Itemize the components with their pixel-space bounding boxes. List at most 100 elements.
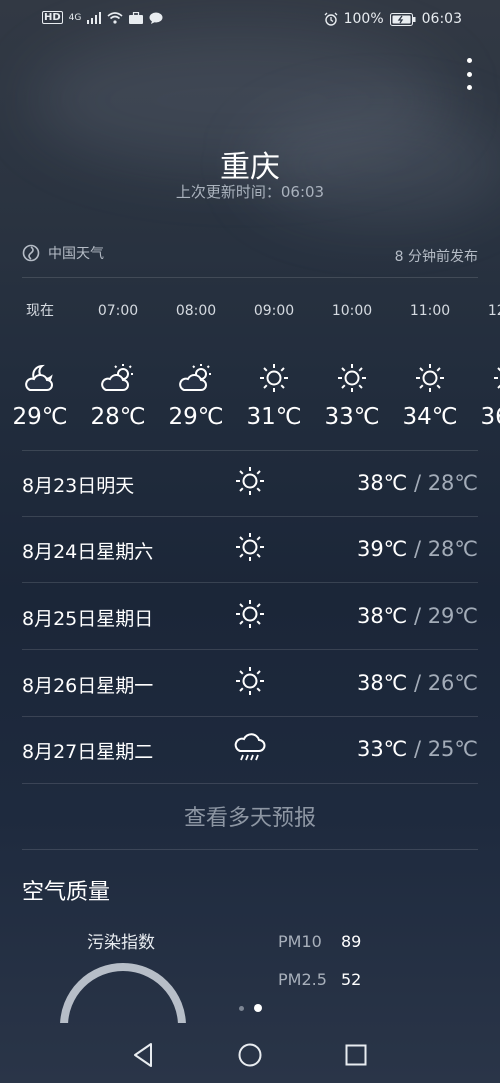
sun-icon	[338, 364, 366, 392]
status-time: 06:03	[421, 11, 462, 27]
battery-percent: 100%	[343, 11, 384, 27]
sun-icon	[236, 467, 264, 495]
day-temps: 38℃ / 26℃	[357, 671, 478, 695]
day-temps: 39℃ / 28℃	[357, 537, 478, 561]
signal-icon	[87, 11, 102, 24]
day-label: 8月25日星期日	[22, 608, 154, 630]
day-label: 8月26日星期一	[22, 675, 154, 697]
hour-temp: 28℃	[90, 404, 146, 430]
pm25-label: PM2.5	[278, 970, 327, 989]
day-temps: 38℃ / 28℃	[357, 471, 478, 495]
day-label: 8月23日明天	[22, 475, 135, 497]
day-label: 8月27日星期二	[22, 741, 154, 763]
hour-temp: 31℃	[246, 404, 302, 430]
hour-column: 07:00 28℃	[83, 300, 153, 430]
pm10-value: 89	[341, 932, 362, 951]
divider	[22, 783, 478, 784]
hour-temp: 34℃	[402, 404, 458, 430]
partly-cloudy-day-icon	[101, 364, 133, 391]
hour-time: 10:00	[331, 303, 373, 319]
day-label: 8月24日星期六	[22, 541, 154, 563]
menu-dot-icon	[466, 71, 472, 77]
sun-icon	[236, 667, 264, 695]
sun-icon	[416, 364, 444, 392]
divider	[22, 649, 478, 650]
menu-dot-icon	[466, 85, 472, 90]
sun-icon	[236, 533, 264, 561]
hour-time: 现在	[26, 303, 54, 319]
day-temps: 33℃ / 25℃	[357, 737, 478, 761]
partly-cloudy-night-icon	[25, 364, 53, 391]
hour-column: 11:00 34℃	[395, 300, 465, 430]
navigation-bar	[0, 1028, 500, 1083]
hour-time: 07:00	[97, 303, 139, 319]
hour-temp: 29℃	[168, 404, 224, 430]
recents-icon[interactable]	[344, 1042, 368, 1068]
pm25-value: 52	[341, 970, 362, 989]
provider-logo-icon	[22, 244, 40, 262]
alarm-icon	[324, 12, 338, 26]
day-low: / 26℃	[407, 671, 478, 695]
hour-column: 09:00 31℃	[239, 300, 309, 430]
pollution-index-label: 污染指数	[87, 933, 155, 953]
publish-time: 8 分钟前发布	[394, 249, 478, 265]
hour-time: 09:00	[253, 303, 295, 319]
day-high: 38℃	[356, 604, 408, 628]
day-high: 39℃	[356, 537, 408, 561]
daily-row[interactable]: 8月25日星期日 38℃ / 29℃	[22, 584, 478, 650]
day-high: 33℃	[356, 737, 408, 761]
hour-time: 08:00	[175, 303, 217, 319]
sun-icon	[260, 364, 288, 392]
briefcase-icon	[129, 11, 144, 24]
hour-temp: 29℃	[12, 404, 68, 430]
day-low: / 28℃	[407, 537, 478, 561]
hd-indicator: HD	[42, 11, 63, 24]
pm10-label: PM10	[278, 932, 322, 951]
air-quality-title: 空气质量	[22, 880, 111, 905]
hour-column: 12:00 36℃	[473, 300, 500, 430]
hour-time: 11:00	[409, 303, 451, 319]
back-icon[interactable]	[131, 1042, 155, 1068]
divider	[22, 582, 478, 583]
page-dot-active[interactable]	[253, 1004, 262, 1012]
menu-dot-icon	[466, 58, 472, 63]
battery-icon	[389, 12, 416, 26]
sun-icon	[236, 600, 264, 628]
divider	[22, 277, 478, 278]
more-forecast-button[interactable]: 查看多天预报	[0, 800, 500, 832]
day-high: 38℃	[356, 471, 408, 495]
hour-column: 10:00 33℃	[317, 300, 387, 430]
page-dot[interactable]	[238, 1005, 244, 1011]
network-type: 4G	[68, 12, 82, 23]
home-icon[interactable]	[237, 1042, 263, 1068]
daily-row[interactable]: 8月27日星期二 33℃ / 25℃	[22, 717, 478, 783]
status-bar: HD 4G 100% 06:03	[0, 0, 500, 40]
day-low: / 25℃	[407, 737, 478, 761]
day-temps: 38℃ / 29℃	[357, 604, 478, 628]
sun-icon	[494, 367, 500, 389]
hour-time: 12:00	[487, 303, 500, 319]
day-low: / 28℃	[407, 471, 478, 495]
hour-column: 现在 29℃	[5, 300, 75, 430]
aqi-gauge	[60, 963, 186, 1023]
daily-row[interactable]: 8月24日星期六 39℃ / 28℃	[22, 517, 478, 583]
city-title: 重庆	[220, 150, 280, 185]
daily-row[interactable]: 8月26日星期一 38℃ / 26℃	[22, 651, 478, 717]
rain-icon	[234, 733, 266, 761]
page-indicator	[0, 1004, 500, 1012]
daily-row[interactable]: 8月23日明天 38℃ / 28℃	[22, 451, 478, 517]
more-menu-button[interactable]	[460, 58, 478, 90]
hour-temp: 36℃	[480, 404, 500, 430]
hour-temp: 33℃	[324, 404, 380, 430]
message-icon	[149, 12, 163, 24]
last-updated: 上次更新时间：06:03	[175, 183, 325, 201]
divider	[22, 849, 478, 850]
day-low: / 29℃	[407, 604, 478, 628]
hour-column: 08:00 29℃	[161, 300, 231, 430]
partly-cloudy-day-icon	[179, 364, 211, 391]
day-high: 38℃	[356, 671, 408, 695]
wifi-icon	[107, 11, 123, 24]
hourly-forecast[interactable]: 现在 29℃ 07:00 28℃ 08:00 29℃ 09:00 31℃ 10:…	[0, 300, 500, 440]
weather-provider[interactable]: 中国天气	[22, 243, 104, 263]
provider-name: 中国天气	[48, 246, 104, 262]
